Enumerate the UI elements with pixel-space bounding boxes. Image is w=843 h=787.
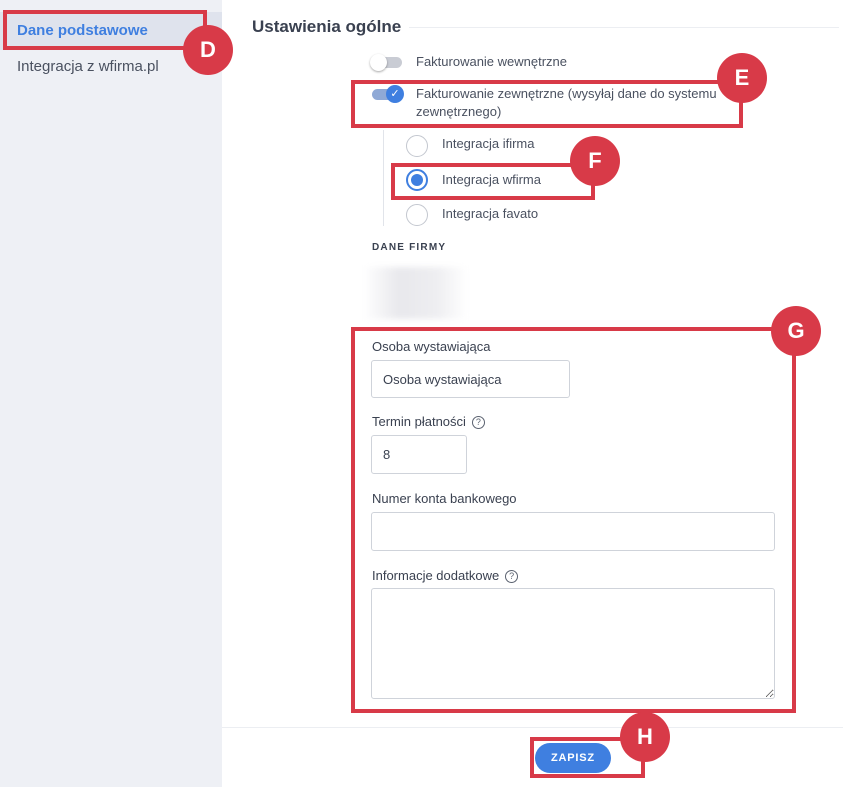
annotation-badge-f: F bbox=[570, 136, 620, 186]
check-icon: ✓ bbox=[386, 85, 404, 103]
toggle-label-zewnetrzne: Fakturowanie zewnętrzne (wysyłaj dane do… bbox=[416, 85, 717, 121]
radio-integracja-ifirma[interactable] bbox=[406, 135, 428, 157]
sidebar: Dane podstawowe Integracja z wfirma.pl bbox=[0, 0, 222, 787]
company-logo-image bbox=[363, 267, 468, 319]
footer-bar: ZAPISZ bbox=[222, 727, 843, 787]
label-informacje-dodatkowe: Informacje dodatkowe? bbox=[372, 568, 519, 583]
annotation-badge-d: D bbox=[183, 25, 233, 75]
toggle-fakturowanie-wewnetrzne[interactable] bbox=[370, 54, 402, 71]
label-informacje-text: Informacje dodatkowe bbox=[372, 568, 500, 583]
toggle-label-line-2: zewnętrznego) bbox=[416, 104, 502, 119]
radio-label-wfirma: Integracja wfirma bbox=[442, 172, 541, 187]
section-heading-dane-firmy: DANE FIRMY bbox=[372, 242, 447, 253]
toggle-label-wewnetrzne: Fakturowanie wewnętrzne bbox=[416, 54, 568, 69]
toggle-fakturowanie-zewnetrzne[interactable]: ✓ bbox=[372, 85, 404, 103]
main-panel: Ustawienia ogólne Fakturowanie wewnętrzn… bbox=[222, 0, 843, 787]
bank-account-input[interactable] bbox=[371, 512, 775, 551]
label-numer-konta: Numer konta bankowego bbox=[372, 491, 517, 506]
radio-integracja-wfirma[interactable] bbox=[406, 169, 428, 191]
save-button[interactable]: ZAPISZ bbox=[535, 743, 611, 773]
radio-dot bbox=[411, 174, 423, 186]
help-icon[interactable]: ? bbox=[505, 570, 519, 583]
label-termin-platnosci: Termin płatności? bbox=[372, 414, 485, 429]
annotation-badge-g: G bbox=[771, 306, 821, 356]
additional-info-textarea[interactable] bbox=[371, 588, 775, 699]
annotation-badge-h: H bbox=[620, 712, 670, 762]
issuer-input[interactable] bbox=[371, 360, 570, 398]
label-termin-text: Termin płatności bbox=[372, 414, 466, 429]
toggle-label-line-1: Fakturowanie zewnętrzne (wysyłaj dane do… bbox=[416, 86, 717, 101]
radio-label-ifirma: Integracja ifirma bbox=[442, 136, 535, 151]
radio-integracja-favato[interactable] bbox=[406, 204, 428, 226]
payment-term-input[interactable] bbox=[371, 435, 467, 474]
title-divider bbox=[409, 27, 839, 28]
page-title: Ustawienia ogólne bbox=[252, 17, 402, 36]
help-icon[interactable]: ? bbox=[471, 416, 485, 429]
toggle-knob bbox=[370, 54, 387, 71]
radio-label-favato: Integracja favato bbox=[442, 206, 539, 221]
integration-group-line bbox=[383, 130, 384, 226]
label-osoba-wystawiajaca: Osoba wystawiająca bbox=[372, 339, 491, 354]
annotation-badge-e: E bbox=[717, 53, 767, 103]
